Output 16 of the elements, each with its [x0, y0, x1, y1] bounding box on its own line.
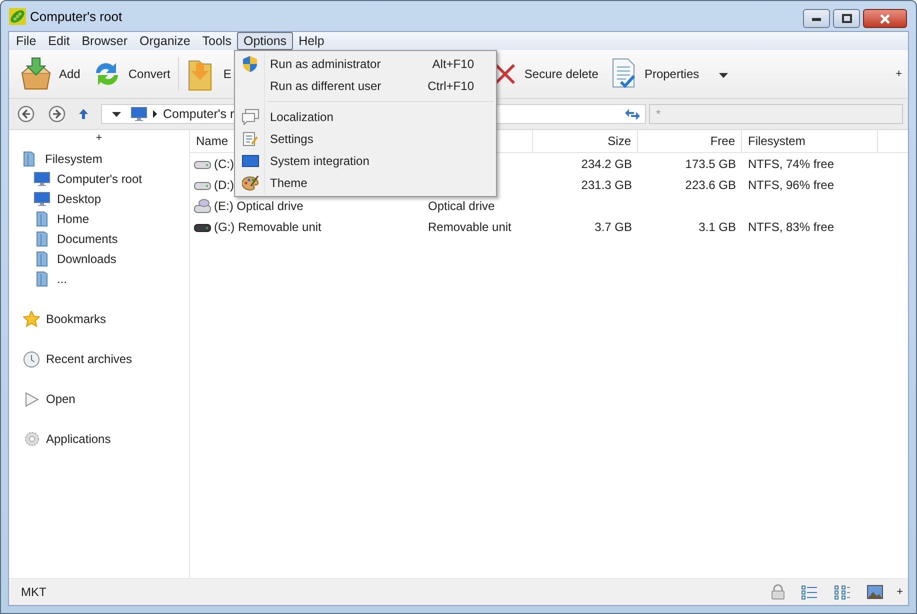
status-text: MKT	[21, 585, 46, 599]
path-text: Computer's r	[163, 107, 234, 121]
table-cell-text: 231.3 GB	[580, 178, 633, 192]
table-cell-text: Optical drive	[427, 198, 496, 212]
table-cell-text: NTFS, 96% free	[747, 178, 836, 192]
table-cell-text: NTFS, 74% free	[747, 156, 836, 170]
table-cell-text: NTFS, 83% free	[747, 220, 836, 234]
window-title: Computer's root	[30, 8, 122, 24]
table-cell-text: 234.2 GB	[580, 156, 633, 170]
table-cell-text: 3.1 GB	[698, 220, 737, 234]
table-cell: (E:) Optical drive	[190, 198, 421, 212]
table-cell-text: 3.7 GB	[594, 220, 633, 234]
table-cell-text: Removable unit	[427, 220, 512, 234]
table-cell: (G:) Removable unit	[190, 220, 421, 234]
table-cell-text: 173.5 GB	[684, 156, 737, 170]
table-cell-text: 223.6 GB	[684, 178, 737, 192]
